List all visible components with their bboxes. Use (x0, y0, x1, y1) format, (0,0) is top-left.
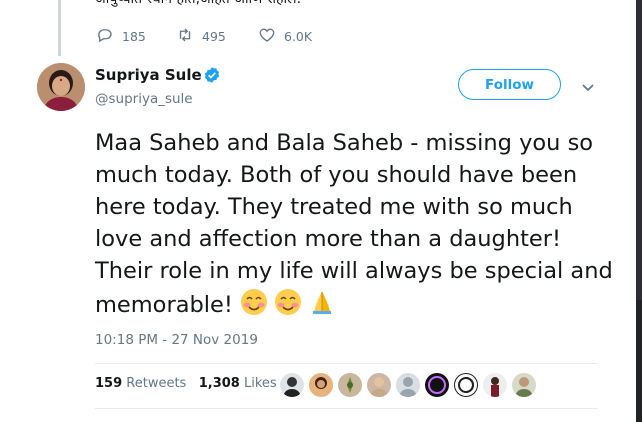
liker-avatar[interactable] (338, 373, 362, 397)
retweet-button[interactable]: 495 (176, 26, 226, 47)
liker-avatar[interactable] (512, 373, 536, 397)
verified-badge-icon (203, 66, 221, 84)
liker-avatar[interactable] (396, 373, 420, 397)
like-count: 6.0K (284, 29, 313, 44)
divider (95, 363, 598, 364)
smiling-face-icon (239, 287, 269, 326)
retweet-count: 495 (202, 29, 226, 44)
reply-button[interactable]: 185 (96, 26, 146, 47)
tweet-body: Maa Saheb and Bala Saheb - missing you s… (95, 127, 615, 326)
tweet-stats: 159 Retweets 1,308 Likes (95, 376, 277, 391)
reply-count: 185 (122, 29, 146, 44)
smiling-face-icon (273, 287, 303, 326)
retweet-total: 159 (95, 376, 123, 391)
retweets-label: Retweets (126, 376, 187, 391)
author-handle[interactable]: @supriya_sule (95, 91, 193, 107)
retweet-icon (176, 26, 194, 47)
liker-avatar[interactable] (367, 373, 391, 397)
author-name[interactable]: Supriya Sule (95, 66, 202, 84)
reply-icon (96, 26, 114, 47)
folded-hands-icon (307, 287, 337, 326)
liker-avatar[interactable] (483, 373, 507, 397)
like-button[interactable]: 6.0K (258, 26, 312, 47)
liker-avatar[interactable] (309, 373, 333, 397)
heart-icon (258, 26, 276, 47)
divider (95, 408, 598, 409)
likes-label: Likes (244, 376, 277, 391)
thread-connector (58, 0, 61, 56)
likes-stat[interactable]: 1,308 Likes (199, 376, 277, 391)
author-avatar[interactable] (37, 63, 85, 111)
tweet-emojis (239, 287, 337, 326)
liker-avatar[interactable] (425, 373, 449, 397)
tweet-text: Maa Saheb and Bala Saheb - missing you s… (95, 130, 613, 318)
liker-avatar[interactable] (280, 373, 304, 397)
like-total: 1,308 (198, 376, 240, 391)
follow-button[interactable]: Follow (458, 69, 561, 100)
tweet-timestamp[interactable]: 10:18 PM - 27 Nov 2019 (95, 332, 258, 348)
retweets-stat[interactable]: 159 Retweets (95, 376, 186, 391)
chevron-down-icon[interactable] (581, 79, 595, 93)
background-edge (636, 0, 642, 422)
liker-avatar[interactable] (454, 373, 478, 397)
previous-tweet-text: आयुष्यात स्थान होतं,आहेत आणि राहील. (95, 0, 301, 8)
